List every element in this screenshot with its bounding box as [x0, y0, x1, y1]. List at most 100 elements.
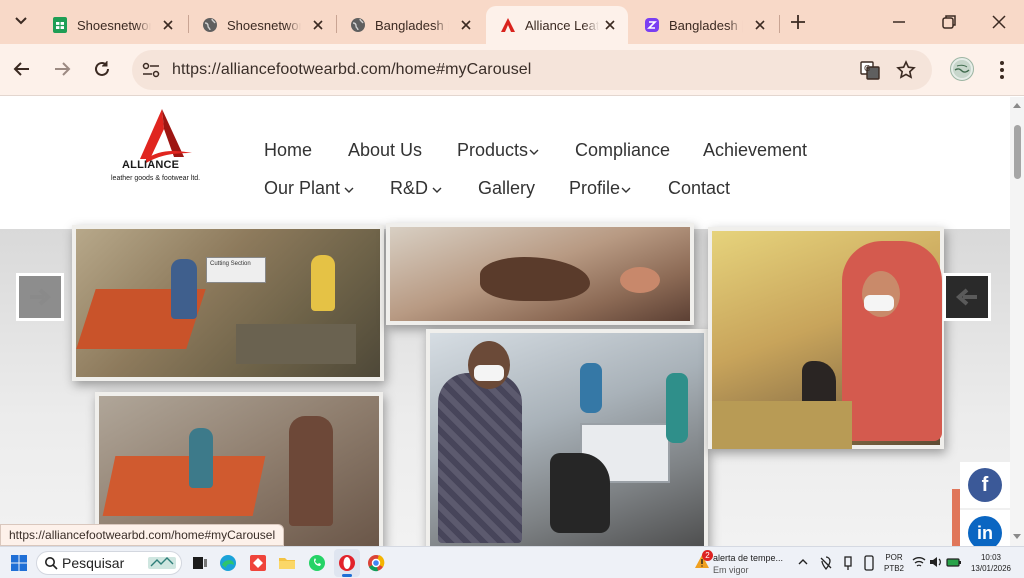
- nav-products[interactable]: Products: [457, 140, 539, 161]
- sheets-icon: [53, 17, 67, 33]
- sign-text: Cutting Section: [210, 261, 251, 267]
- scroll-down-icon[interactable]: [1010, 531, 1024, 543]
- nav-rnd[interactable]: R&D: [390, 178, 442, 199]
- file-explorer-icon[interactable]: [277, 553, 297, 573]
- nav-label: Gallery: [478, 178, 536, 198]
- tab-bangladesh-2[interactable]: Bangladesh |: [630, 6, 778, 44]
- back-icon[interactable]: [9, 56, 35, 82]
- windows-taskbar: Pesquisar 2 alerta de tempe... Em vigor …: [0, 546, 1024, 578]
- taskbar-search[interactable]: Pesquisar: [36, 551, 182, 575]
- linkedin-link[interactable]: in: [960, 510, 1010, 546]
- logo-tagline: leather goods & footwear ltd.: [111, 175, 201, 182]
- task-view-icon[interactable]: [190, 553, 210, 573]
- tab-bangladesh-1[interactable]: Bangladesh |: [336, 6, 484, 44]
- close-icon[interactable]: [160, 17, 176, 33]
- photo-worker: [842, 241, 942, 441]
- social-accent-bar: [952, 489, 960, 546]
- photo-worker-bg: [580, 363, 602, 413]
- carousel-photo-machine-operator: [426, 329, 708, 546]
- nav-compliance[interactable]: Compliance: [575, 140, 670, 161]
- close-icon[interactable]: [310, 17, 326, 33]
- carousel-next-button[interactable]: [943, 273, 991, 321]
- volume-icon[interactable]: [929, 556, 943, 568]
- nav-gallery[interactable]: Gallery: [478, 178, 535, 199]
- tab-separator: [779, 15, 780, 33]
- profile-avatar[interactable]: [950, 57, 974, 81]
- web-page: ALLIANCE leather goods & footwear ltd. H…: [0, 97, 1010, 546]
- bookmark-star-icon[interactable]: [896, 60, 916, 80]
- language-indicator[interactable]: POR PTB2: [880, 552, 908, 574]
- restore-icon[interactable]: [937, 10, 961, 34]
- whatsapp-icon[interactable]: [307, 553, 327, 573]
- close-icon[interactable]: [458, 17, 474, 33]
- carousel-photo-shoe-finishing: [708, 227, 944, 449]
- globe-icon: [351, 18, 365, 32]
- scroll-up-icon[interactable]: [1010, 99, 1024, 111]
- arrow-right-icon: [30, 288, 52, 306]
- page-scrollbar[interactable]: [1010, 97, 1024, 546]
- edge-icon[interactable]: [218, 553, 238, 573]
- photo-worker: [289, 416, 333, 526]
- tab-shoesnetwork-sheets[interactable]: Shoesnetwork: [38, 6, 186, 44]
- language-code: POR: [885, 553, 903, 562]
- nav-home[interactable]: Home: [264, 140, 312, 161]
- weather-title: alerta de tempe...: [713, 553, 784, 563]
- nav-label: Home: [264, 140, 313, 160]
- url-text[interactable]: https://alliancefootwearbd.com/home#myCa…: [172, 61, 531, 79]
- search-highlight-icon: [148, 557, 176, 569]
- nav-contact[interactable]: Contact: [668, 178, 730, 199]
- device-icon[interactable]: [862, 555, 876, 571]
- photo-shoe: [480, 257, 590, 301]
- system-clock[interactable]: 10:03 13/01/2026: [966, 552, 1016, 574]
- location-off-icon[interactable]: [818, 555, 834, 571]
- nav-profile[interactable]: Profile: [569, 178, 631, 199]
- photo-hand: [620, 267, 660, 293]
- active-indicator: [342, 574, 352, 577]
- close-window-icon[interactable]: [987, 10, 1011, 34]
- chevron-down-icon: [621, 187, 631, 193]
- chrome-icon[interactable]: [366, 553, 386, 573]
- tab-search-dropdown[interactable]: [8, 8, 34, 34]
- nav-label: Contact: [668, 178, 731, 198]
- forward-icon[interactable]: [49, 56, 75, 82]
- close-icon[interactable]: [752, 17, 768, 33]
- browser-toolbar: https://alliancefootwearbd.com/home#myCa…: [0, 44, 1024, 96]
- alliance-logo[interactable]: ALLIANCE leather goods & footwear ltd.: [110, 107, 212, 187]
- kebab-menu-icon[interactable]: [992, 58, 1012, 82]
- keyboard-layout: PTB2: [883, 564, 904, 573]
- svg-text:G: G: [864, 64, 870, 73]
- windows-start-icon[interactable]: [9, 553, 29, 573]
- tab-label: Alliance Leather: [525, 17, 599, 33]
- translate-icon[interactable]: G: [860, 60, 880, 80]
- carousel-prev-button[interactable]: [16, 273, 64, 321]
- tab-shoesnetwork[interactable]: Shoesnetwork: [188, 6, 336, 44]
- site-settings-icon[interactable]: [142, 62, 160, 78]
- usb-icon[interactable]: [841, 555, 855, 571]
- nav-our-plant[interactable]: Our Plant: [264, 178, 354, 199]
- facebook-link[interactable]: f: [960, 462, 1010, 508]
- anydesk-icon[interactable]: [248, 553, 268, 573]
- chevron-up-icon[interactable]: [796, 555, 810, 569]
- nav-about-us[interactable]: About Us: [348, 140, 422, 161]
- minimize-icon[interactable]: [887, 10, 911, 34]
- facebook-icon: f: [968, 468, 1002, 502]
- photo-worker: [189, 428, 213, 488]
- address-bar[interactable]: https://alliancefootwearbd.com/home#myCa…: [132, 50, 932, 90]
- new-tab-icon[interactable]: [786, 10, 810, 34]
- battery-icon[interactable]: [946, 556, 962, 568]
- nav-achievement[interactable]: Achievement: [703, 140, 807, 161]
- clock-date: 13/01/2026: [970, 564, 1012, 573]
- reload-icon[interactable]: [89, 56, 115, 82]
- factory-carousel[interactable]: Cutting Section f in: [0, 223, 1010, 546]
- close-icon[interactable]: [602, 17, 618, 33]
- photo-worker: [171, 259, 197, 319]
- search-icon: [45, 557, 58, 570]
- opera-taskbar-item[interactable]: [334, 549, 360, 577]
- weather-badge: 2: [702, 550, 713, 561]
- weather-subtitle: Em vigor: [713, 565, 749, 575]
- tab-alliance-leather[interactable]: Alliance Leather: [486, 6, 628, 44]
- photo-mask: [474, 365, 504, 381]
- scrollbar-thumb[interactable]: [1014, 125, 1021, 179]
- wifi-icon[interactable]: [912, 556, 926, 568]
- photo-worker: [438, 373, 522, 543]
